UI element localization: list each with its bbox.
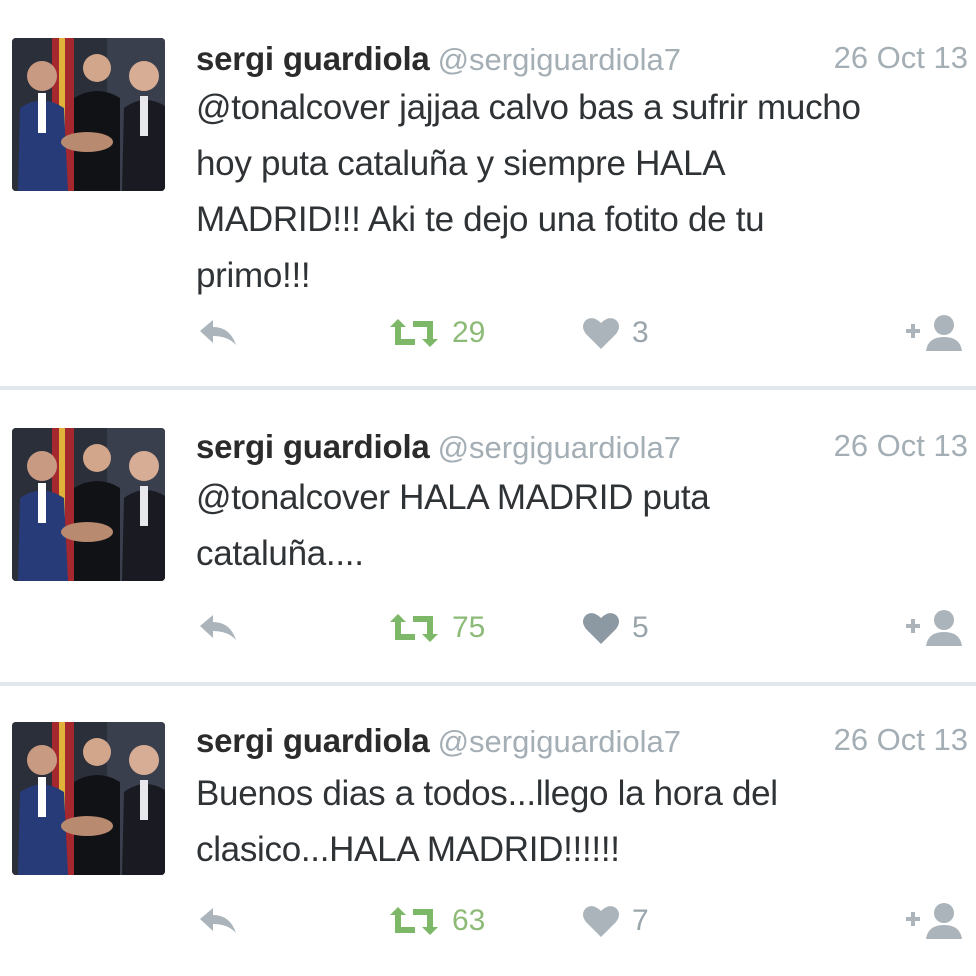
reply-button[interactable] [196, 311, 240, 355]
like-count: 5 [632, 611, 649, 644]
avatar[interactable] [12, 428, 165, 581]
tweet-text-line: cataluña.... [196, 534, 364, 573]
reply-icon [200, 615, 236, 640]
retweet-icon [390, 907, 438, 935]
tweet-text-line: Buenos dias a todos...llego la hora del [196, 774, 778, 813]
like-count: 3 [632, 316, 649, 349]
retweet-button[interactable]: 29 [388, 311, 485, 355]
reply-button[interactable] [196, 899, 240, 943]
tweet-text-line: primo!!! [196, 256, 311, 295]
avatar[interactable] [12, 38, 165, 191]
tweet-text: @tonalcover jajjaa calvo bas a sufrir mu… [196, 80, 966, 304]
like-button[interactable]: 7 [582, 899, 649, 943]
tweet-feed: sergi guardiola @sergiguardiola7 26 Oct 1… [0, 0, 976, 976]
retweet-count: 75 [452, 611, 486, 644]
follow-user-icon [906, 610, 962, 646]
heart-icon [583, 613, 619, 644]
reply-icon [200, 320, 236, 345]
tweet-item[interactable]: sergi guardiola @sergiguardiola7 26 Oct 1… [0, 0, 976, 386]
tweet-header: sergi guardiola @sergiguardiola7 26 Oct 1… [196, 428, 968, 468]
tweet-date[interactable]: 26 Oct 13 [834, 40, 968, 76]
user-display-name[interactable]: sergi guardiola [196, 40, 430, 77]
tweet-date[interactable]: 26 Oct 13 [834, 722, 968, 758]
like-button[interactable]: 3 [582, 311, 649, 355]
follow-button[interactable] [904, 606, 968, 650]
heart-icon [583, 906, 619, 937]
avatar-photo [12, 428, 165, 581]
retweet-button[interactable]: 63 [388, 899, 485, 943]
tweet-actions: 63 7 [196, 899, 976, 943]
tweet-item[interactable]: sergi guardiola @sergiguardiola7 26 Oct 1… [0, 390, 976, 680]
retweet-icon [390, 319, 438, 347]
tweet-text: Buenos dias a todos...llego la hora del … [196, 766, 966, 878]
avatar-photo [12, 38, 165, 191]
tweet-item[interactable]: sergi guardiola @sergiguardiola7 26 Oct 1… [0, 686, 976, 976]
follow-button[interactable] [904, 899, 968, 943]
follow-button[interactable] [904, 311, 968, 355]
tweet-text: @tonalcover HALA MADRID puta cataluña...… [196, 470, 966, 582]
retweet-count: 29 [452, 316, 486, 349]
tweet-text-line: clasico...HALA MADRID!!!!!! [196, 830, 620, 869]
tweet-actions: 29 3 [196, 311, 976, 355]
reply-icon [200, 908, 236, 933]
follow-user-icon [906, 315, 962, 351]
user-handle[interactable]: @sergiguardiola7 [438, 42, 681, 77]
avatar[interactable] [12, 722, 165, 875]
tweet-text-line: @tonalcover HALA MADRID puta [196, 478, 710, 517]
user-handle[interactable]: @sergiguardiola7 [438, 430, 681, 465]
tweet-actions: 75 5 [196, 606, 976, 650]
follow-user-icon [906, 903, 962, 939]
tweet-header: sergi guardiola @sergiguardiola7 26 Oct 1… [196, 722, 968, 762]
tweet-text-line: @tonalcover jajjaa calvo bas a sufrir mu… [196, 88, 861, 127]
user-handle[interactable]: @sergiguardiola7 [438, 724, 681, 759]
like-button[interactable]: 5 [582, 606, 649, 650]
heart-icon [583, 318, 619, 349]
tweet-header: sergi guardiola @sergiguardiola7 26 Oct 1… [196, 40, 968, 80]
tweet-text-line: hoy puta cataluña y siempre HALA [196, 144, 726, 183]
reply-button[interactable] [196, 606, 240, 650]
user-display-name[interactable]: sergi guardiola [196, 722, 430, 759]
avatar-photo [12, 722, 165, 875]
retweet-icon [390, 614, 438, 642]
like-count: 7 [632, 904, 649, 937]
user-display-name[interactable]: sergi guardiola [196, 428, 430, 465]
tweet-date[interactable]: 26 Oct 13 [834, 428, 968, 464]
retweet-count: 63 [452, 904, 486, 937]
tweet-text-line: MADRID!!! Aki te dejo una fotito de tu [196, 200, 765, 239]
retweet-button[interactable]: 75 [388, 606, 485, 650]
